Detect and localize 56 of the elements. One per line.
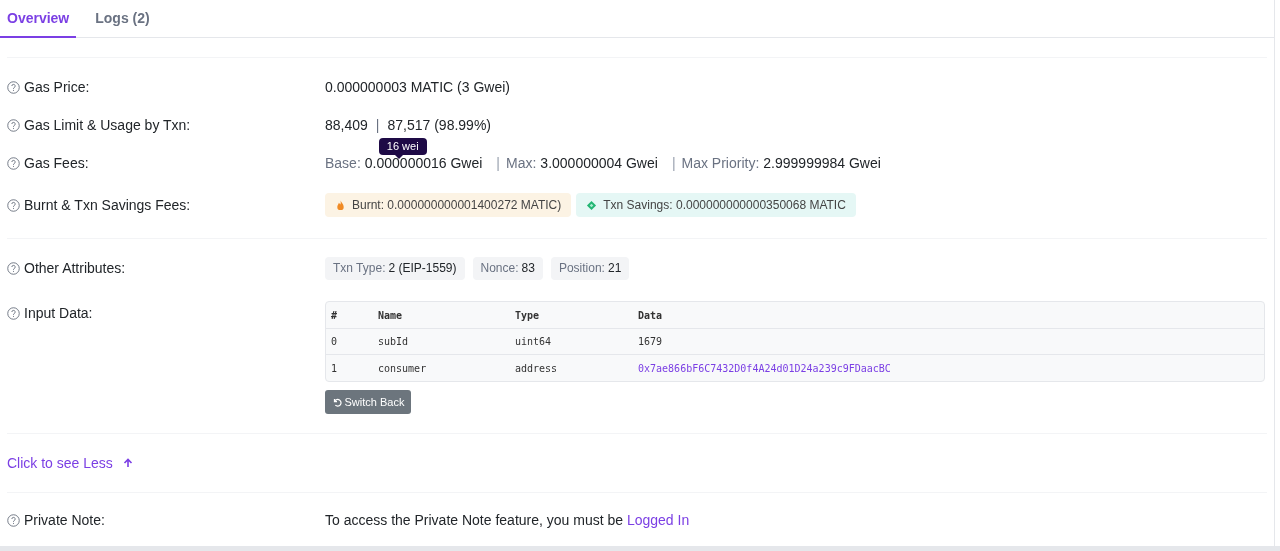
separator: |	[671, 153, 676, 173]
help-icon[interactable]	[7, 80, 20, 94]
field-label: Burnt & Txn Savings Fees:	[24, 195, 191, 215]
help-icon[interactable]	[7, 156, 20, 170]
attribute-value: 83	[521, 260, 535, 277]
table-cell-text: 1	[331, 361, 339, 376]
table-cell-text: address	[515, 361, 559, 376]
attribute-label: Txn Type:	[333, 260, 386, 277]
column-header: #	[331, 308, 339, 323]
help-icon[interactable]	[7, 198, 20, 212]
private-note-text: To access the Private Note feature, you must be Logged In	[325, 511, 690, 530]
table-cell-text: consumer	[378, 361, 428, 376]
attribute-value: 2 (EIP-1559)	[388, 260, 457, 277]
column-header: Type	[515, 308, 541, 323]
help-icon[interactable]	[7, 307, 20, 320]
gas-limit-value: 88,409	[325, 115, 368, 135]
money-icon	[586, 199, 598, 211]
field-label: Gas Fees:	[24, 153, 89, 173]
tab[interactable]: Logs (2)	[81, 0, 164, 38]
fee-label: Max Priority:	[681, 153, 760, 173]
fee-value: 2.999999984 Gwei	[763, 153, 881, 173]
separator: |	[375, 115, 380, 135]
fee-value: 0.000000016 Gwei	[364, 153, 483, 173]
table-cell-text: subId	[378, 335, 410, 349]
badge-text: Txn Savings: 0.000000000000350068 MATIC	[603, 197, 846, 214]
switch-back-button[interactable]: Switch Back	[325, 390, 411, 414]
undo-icon	[331, 397, 342, 407]
fee-value: 3.000000004 Gwei	[540, 153, 658, 173]
tab[interactable]: Overview	[0, 0, 77, 38]
table-cell-text: uint64	[515, 335, 553, 349]
arrow-up-icon	[122, 458, 133, 468]
attribute-label: Position:	[558, 260, 605, 277]
gas-price-value: 0.000000003 MATIC (3 Gwei)	[325, 77, 510, 97]
help-icon[interactable]	[7, 261, 20, 275]
fee-label: Max:	[506, 153, 537, 173]
column-header: Name	[378, 308, 404, 323]
fee-label: Base:	[325, 153, 361, 173]
column-header: Data	[638, 308, 664, 323]
help-icon[interactable]	[7, 514, 20, 527]
table-cell-text: 1679	[638, 335, 664, 349]
attribute-value: 21	[607, 260, 622, 277]
see-less-link[interactable]: Click to see Less	[7, 434, 133, 492]
field-label: Private Note:	[24, 511, 105, 530]
field-label: Other Attributes:	[24, 258, 126, 278]
field-label: Gas Limit & Usage by Txn:	[24, 115, 191, 135]
flame-icon	[335, 199, 346, 211]
separator: |	[496, 153, 500, 173]
help-icon[interactable]	[7, 118, 20, 132]
address-link[interactable]: 0x7ae866bF6C7432D0f4A24d01D24a239c9FDaacBC	[638, 360, 1238, 376]
field-label: Gas Price:	[24, 77, 90, 97]
gas-usage-value: 87,517 (98.99%)	[387, 115, 491, 135]
badge-text: Burnt: 0.000000000001400272 MATIC)	[352, 197, 562, 214]
table-cell-text: 0	[331, 335, 339, 349]
login-link[interactable]: Logged In	[626, 512, 690, 528]
field-label: Input Data:	[24, 304, 93, 323]
attribute-label: Nonce:	[480, 260, 519, 277]
